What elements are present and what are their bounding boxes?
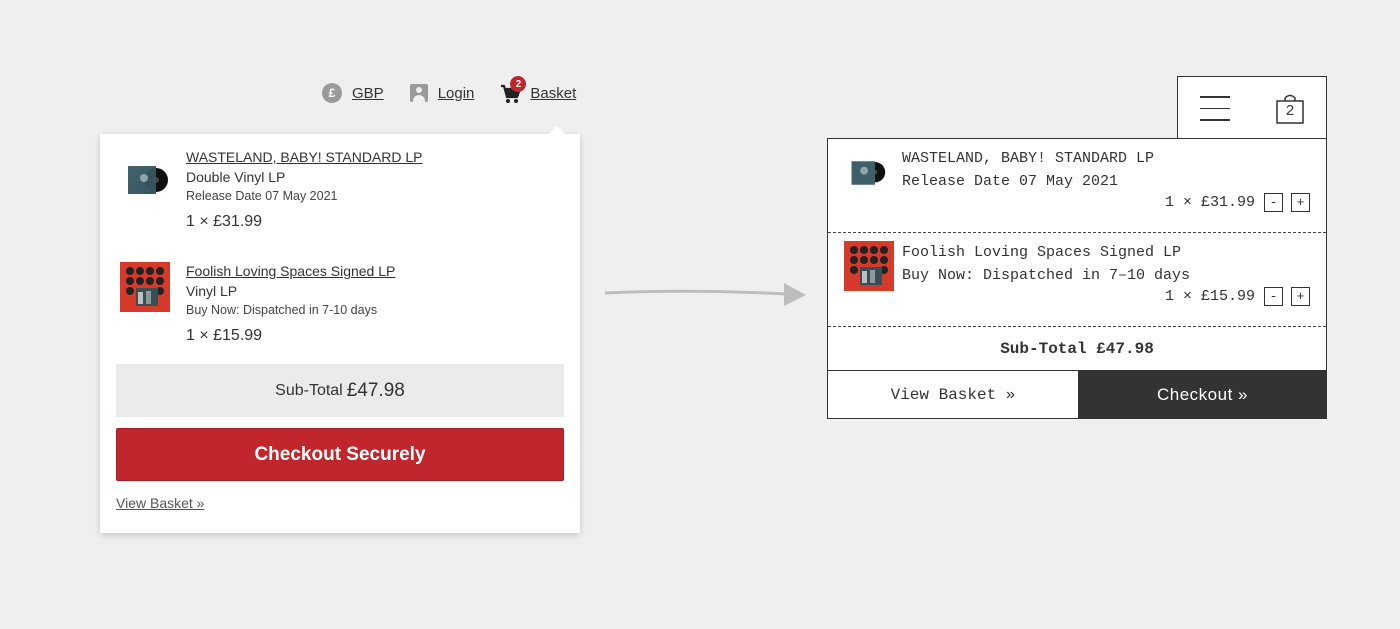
increase-quantity-button[interactable]: + (1291, 193, 1310, 212)
decrease-quantity-button[interactable]: - (1264, 287, 1283, 306)
cart-icon: 2 (500, 76, 527, 104)
decrease-quantity-button[interactable]: - (1264, 193, 1283, 212)
shopping-bag-icon[interactable]: 2 (1276, 94, 1304, 124)
basket-count-badge: 2 (510, 76, 527, 92)
hamburger-menu-icon[interactable] (1200, 96, 1230, 122)
checkout-button[interactable]: Checkout » (1078, 371, 1327, 419)
mobile-header: 2 (1177, 76, 1327, 140)
subtotal-amount: £47.98 (346, 379, 405, 401)
product-release: Buy Now: Dispatched in 7-10 days (186, 303, 378, 317)
quantity-stepper: 1 × £15.99 - + (1165, 287, 1310, 306)
bag-count: 2 (1285, 102, 1295, 119)
product-title[interactable]: WASTELAND, BABY! STANDARD LP (902, 147, 1154, 170)
basket-panel-redesign: WASTELAND, BABY! STANDARD LP Release Dat… (827, 138, 1327, 419)
subtotal-label: Sub-Total (275, 381, 343, 399)
list-item: WASTELAND, BABY! STANDARD LP Double Viny… (120, 148, 564, 231)
login-link[interactable]: Login (409, 84, 475, 102)
product-format: Double Vinyl LP (186, 169, 286, 185)
album-cover-wasteland[interactable] (850, 155, 886, 191)
increase-quantity-button[interactable]: + (1291, 287, 1310, 306)
album-cover-foolish[interactable] (120, 262, 170, 312)
product-release: Buy Now: Dispatched in 7–10 days (902, 267, 1191, 284)
basket-label[interactable]: Basket (530, 85, 576, 102)
view-basket-button[interactable]: View Basket » (828, 371, 1078, 418)
dropdown-pointer (549, 126, 565, 134)
product-price: 1 × £15.99 (186, 327, 263, 344)
checkout-securely-button[interactable]: Checkout Securely (116, 428, 564, 481)
basket-link[interactable]: 2 Basket (500, 76, 576, 104)
currency-label[interactable]: GBP (352, 85, 384, 102)
product-price: 1 × £31.99 (186, 213, 263, 230)
login-label[interactable]: Login (438, 85, 475, 102)
product-price: 1 × £15.99 (1164, 288, 1255, 305)
product-release: Release Date 07 May 2021 (902, 173, 1119, 190)
product-title-link[interactable]: Foolish Loving Spaces Signed LP (186, 262, 564, 281)
currency-selector[interactable]: £ GBP (322, 83, 384, 103)
product-title[interactable]: Foolish Loving Spaces Signed LP (902, 241, 1190, 264)
top-nav: £ GBP Login 2 Basket (322, 76, 576, 106)
subtotal-bar: Sub-Total £47.98 (116, 364, 564, 417)
album-cover-foolish[interactable] (844, 241, 894, 291)
checkout-label: Checkout » (1157, 385, 1248, 404)
transition-arrow-icon (604, 283, 806, 306)
pound-icon: £ (322, 83, 342, 103)
subtotal: Sub-Total £47.98 (828, 327, 1326, 371)
album-cover-wasteland[interactable] (122, 156, 168, 202)
product-price: 1 × £31.99 (1164, 194, 1255, 211)
list-item: WASTELAND, BABY! STANDARD LP Release Dat… (828, 139, 1326, 233)
list-item: Foolish Loving Spaces Signed LP Vinyl LP… (120, 262, 564, 345)
product-format: Vinyl LP (186, 283, 238, 299)
quantity-stepper: 1 × £31.99 - + (1165, 193, 1310, 212)
basket-dropdown: WASTELAND, BABY! STANDARD LP Double Viny… (100, 126, 580, 533)
list-item: Foolish Loving Spaces Signed LP Buy Now:… (828, 233, 1326, 327)
user-icon (409, 84, 428, 102)
product-release: Release Date 07 May 2021 (186, 189, 338, 203)
product-title-link[interactable]: WASTELAND, BABY! STANDARD LP (186, 148, 564, 167)
view-basket-link[interactable]: View Basket » (116, 495, 204, 511)
